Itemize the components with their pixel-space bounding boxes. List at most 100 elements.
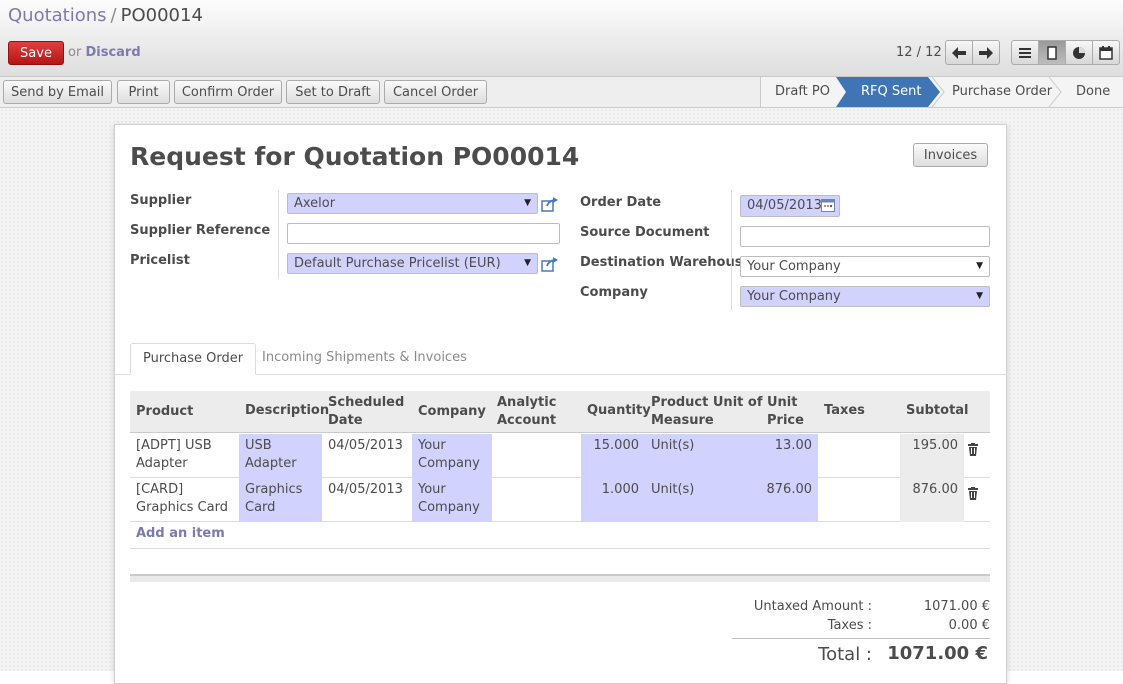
list-view-button[interactable] (1011, 40, 1039, 65)
cell-product: [ADPT] USB Adapter (130, 434, 239, 478)
cell-unit-price: 876.00 (761, 478, 818, 522)
cancel-order-button[interactable]: Cancel Order (384, 80, 487, 104)
column-header-taxes[interactable]: Taxes (824, 402, 865, 420)
table-row[interactable]: [ADPT] USB Adapter USB Adapter 04/05/2013 … (130, 434, 990, 478)
breadcrumb-separator: / (110, 5, 117, 26)
table-bottom-border (130, 548, 990, 549)
column-header-description[interactable]: Description (245, 402, 329, 420)
confirm-order-button[interactable]: Confirm Order (174, 80, 282, 104)
stage-draft-po[interactable]: Draft PO (775, 77, 830, 107)
pricelist-select[interactable]: Default Purchase Pricelist (EUR) ▼ (287, 253, 538, 274)
arrow-right-icon (979, 46, 993, 59)
arrow-left-icon (952, 46, 966, 59)
chevron-down-icon: ▼ (524, 198, 531, 208)
column-header-subtotal[interactable]: Subtotal (906, 402, 969, 420)
column-header-company[interactable]: Company (418, 403, 486, 421)
supplier-label: Supplier (130, 193, 192, 208)
list-view-icon (1019, 47, 1031, 58)
destination-warehouse-label: Destination Warehouse (580, 255, 752, 270)
form-view-button[interactable] (1038, 40, 1066, 65)
form-view-icon (1047, 45, 1057, 60)
cell-text: [CARD] (136, 482, 184, 497)
cell-taxes (818, 478, 900, 522)
cell-text: [ADPT] USB (136, 438, 212, 453)
column-header-quantity[interactable]: Quantity (587, 402, 651, 420)
supplier-select[interactable]: Axelor ▼ (287, 193, 538, 214)
totals-divider (732, 638, 990, 639)
breadcrumb-quotations-link[interactable]: Quotations (8, 5, 107, 26)
set-to-draft-button[interactable]: Set to Draft (286, 80, 380, 104)
external-link-icon[interactable] (541, 256, 559, 272)
cell-text: Company (418, 500, 480, 515)
cell-company: Your Company (412, 434, 492, 478)
order-date-label: Order Date (580, 195, 662, 210)
cell-text: Adapter (136, 456, 188, 471)
save-button[interactable]: Save (8, 41, 64, 65)
column-header-analytic-account[interactable]: Analytic Account (497, 394, 556, 430)
company-select[interactable]: Your Company ▼ (740, 286, 990, 307)
breadcrumb: Quotations / PO00014 (8, 5, 203, 26)
cell-text: Graphics Card (136, 500, 228, 515)
source-document-input[interactable] (740, 226, 990, 247)
column-header-scheduled-date[interactable]: Scheduled Date (328, 394, 404, 430)
cell-text: Company (418, 456, 480, 471)
discard-group: or Discard (68, 45, 141, 60)
cell-unit-of-measure: Unit(s) (645, 434, 761, 478)
column-header-unit-of-measure[interactable]: Product Unit of Measure (651, 394, 762, 430)
field-separator (278, 190, 279, 279)
table-footer (130, 574, 990, 582)
invoices-button[interactable]: Invoices (913, 143, 988, 167)
header-line: Product Unit of (651, 395, 763, 410)
stage-rfq-sent[interactable]: RFQ Sent (861, 77, 921, 107)
column-header-product[interactable]: Product (136, 403, 193, 421)
tab-incoming-shipments-invoices[interactable]: Incoming Shipments & Invoices (250, 343, 479, 375)
cell-text: Your (418, 438, 446, 453)
header-line: Price (767, 413, 804, 428)
stage-divider (931, 77, 945, 107)
external-link-icon[interactable] (541, 196, 559, 212)
chevron-down-icon: ▼ (976, 261, 983, 271)
cell-text: Adapter (245, 456, 297, 471)
control-panel: Quotations / PO00014 Save or Discard 12 / … (0, 0, 1123, 77)
chevron-down-icon: ▼ (976, 291, 983, 301)
pager-count: 12 / 12 (896, 45, 942, 60)
stage-purchase-order[interactable]: Purchase Order (952, 77, 1052, 107)
breadcrumb-current: PO00014 (120, 5, 203, 26)
total-label: Total : (818, 644, 872, 665)
calendar-view-icon (1099, 45, 1113, 60)
destination-warehouse-value: Your Company (747, 259, 841, 274)
cell-taxes (818, 434, 900, 478)
next-record-button[interactable] (972, 40, 1000, 65)
previous-record-button[interactable] (945, 40, 973, 65)
trash-icon[interactable] (968, 487, 978, 500)
cell-unit-price: 13.00 (761, 434, 818, 478)
cell-description: Graphics Card (239, 478, 322, 522)
total-value: 1071.00 € (887, 643, 988, 664)
add-an-item-link[interactable]: Add an item (136, 526, 225, 541)
calendar-picker-icon[interactable] (821, 199, 835, 212)
order-date-input[interactable]: 04/05/2013 (740, 195, 840, 217)
cell-quantity: 1.000 (581, 478, 645, 522)
cell-unit-of-measure: Unit(s) (645, 478, 761, 522)
cell-product: [CARD] Graphics Card (130, 478, 239, 522)
pricelist-value: Default Purchase Pricelist (EUR) (294, 256, 501, 271)
header-line: Scheduled (328, 395, 405, 410)
destination-warehouse-select[interactable]: Your Company ▼ (740, 256, 990, 277)
cell-company: Your Company (412, 478, 492, 522)
column-header-unit-price[interactable]: Unit Price (767, 394, 804, 430)
cell-analytic-account (492, 434, 581, 478)
cell-text: USB (245, 438, 272, 453)
print-button[interactable]: Print (117, 80, 170, 104)
trash-icon[interactable] (968, 443, 978, 456)
stage-done[interactable]: Done (1076, 77, 1110, 107)
field-separator (731, 190, 732, 310)
calendar-view-button[interactable] (1092, 40, 1120, 65)
tab-purchase-order[interactable]: Purchase Order (130, 343, 257, 375)
discard-link[interactable]: Discard (85, 45, 140, 60)
cell-text: Your (418, 482, 446, 497)
graph-view-button[interactable] (1065, 40, 1093, 65)
cell-text: Graphics (245, 482, 303, 497)
table-row[interactable]: [CARD] Graphics Card Graphics Card 04/05/2… (130, 478, 990, 522)
send-by-email-button[interactable]: Send by Email (3, 80, 112, 104)
supplier-reference-input[interactable] (287, 223, 560, 244)
